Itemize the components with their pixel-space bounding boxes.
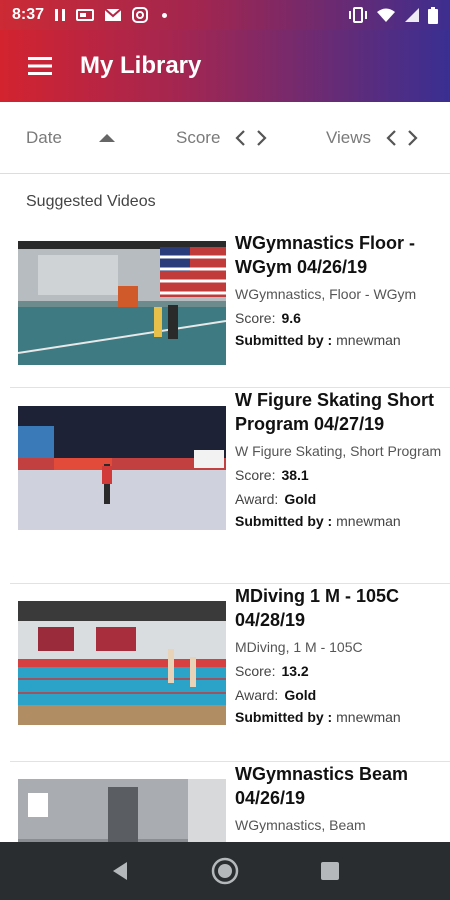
pause-icon xyxy=(55,9,66,21)
video-thumbnail[interactable] xyxy=(18,241,226,365)
video-thumbnail[interactable] xyxy=(18,601,226,725)
status-bar: 8:37 xyxy=(0,0,450,30)
video-category: MDiving, 1 M - 105C xyxy=(235,639,363,655)
cast-icon xyxy=(76,9,95,21)
instagram-icon xyxy=(132,7,149,23)
page-title: My Library xyxy=(80,52,202,79)
score-value: 9.6 xyxy=(281,310,301,326)
section-title: Suggested Videos xyxy=(26,193,156,210)
battery-icon xyxy=(428,6,438,24)
video-score: Score: 38.1 xyxy=(235,467,309,483)
sort-ascending-icon[interactable] xyxy=(98,133,116,143)
video-submitter: Submitted by : mnewman xyxy=(235,332,401,348)
video-title[interactable]: W Figure Skating Short Program 04/27/19 xyxy=(235,388,444,436)
sort-views-label: Views xyxy=(326,128,372,147)
app-bar: My Library xyxy=(0,30,450,102)
video-list: Suggested Videos WGymnastics Floor - WGy… xyxy=(0,175,450,842)
video-category: WGymnastics, Floor - WGym xyxy=(235,286,417,302)
sort-by-score[interactable]: Score xyxy=(176,102,268,174)
score-value: 13.2 xyxy=(281,663,309,679)
video-category: WGymnastics, Beam xyxy=(235,817,366,833)
home-icon[interactable] xyxy=(210,856,240,886)
vibrate-icon xyxy=(349,7,367,23)
video-submitter: Submitted by : mnewman xyxy=(235,513,401,529)
menu-button[interactable] xyxy=(0,30,80,102)
sort-date-label: Date xyxy=(26,128,62,147)
video-award: Award: Gold xyxy=(235,687,317,703)
back-icon[interactable] xyxy=(109,860,131,882)
video-score: Score: 9.6 xyxy=(235,310,301,326)
video-category: W Figure Skating, Short Program xyxy=(235,443,442,459)
notification-dot-icon xyxy=(162,12,168,18)
video-thumbnail[interactable] xyxy=(18,779,226,842)
recents-icon[interactable] xyxy=(319,860,341,882)
wifi-icon xyxy=(377,8,395,22)
hamburger-menu-icon xyxy=(28,57,52,75)
video-card[interactable]: WGymnastics Beam 04/26/19 WGymnastics, B… xyxy=(10,762,450,842)
video-card[interactable]: WGymnastics Floor - WGym 04/26/19 WGymna… xyxy=(10,231,450,388)
gmail-icon xyxy=(104,8,122,21)
award-value: Gold xyxy=(284,687,317,703)
sort-bar: Date Score Views xyxy=(0,102,450,174)
video-card[interactable]: MDiving 1 M - 105C 04/28/19 MDiving, 1 M… xyxy=(10,584,450,762)
video-award: Award: Gold xyxy=(235,491,317,507)
video-title[interactable]: WGymnastics Beam 04/26/19 xyxy=(235,762,444,810)
video-score: Score: 13.2 xyxy=(235,663,309,679)
system-nav-bar xyxy=(0,842,450,900)
score-value: 38.1 xyxy=(281,467,309,483)
sort-by-date[interactable]: Date xyxy=(26,102,116,174)
sort-by-views[interactable]: Views xyxy=(326,102,419,174)
video-card[interactable]: W Figure Skating Short Program 04/27/19 … xyxy=(10,388,450,584)
chevron-left-right-icon[interactable] xyxy=(234,129,268,147)
sort-score-label: Score xyxy=(176,128,221,147)
award-value: Gold xyxy=(284,491,317,507)
video-title[interactable]: WGymnastics Floor - WGym 04/26/19 xyxy=(235,231,444,279)
video-thumbnail[interactable] xyxy=(18,406,226,530)
video-submitter: Submitted by : mnewman xyxy=(235,709,401,725)
signal-icon xyxy=(405,8,419,22)
video-title[interactable]: MDiving 1 M - 105C 04/28/19 xyxy=(235,584,444,632)
chevron-left-right-icon[interactable] xyxy=(385,129,419,147)
status-time: 8:37 xyxy=(12,6,45,23)
